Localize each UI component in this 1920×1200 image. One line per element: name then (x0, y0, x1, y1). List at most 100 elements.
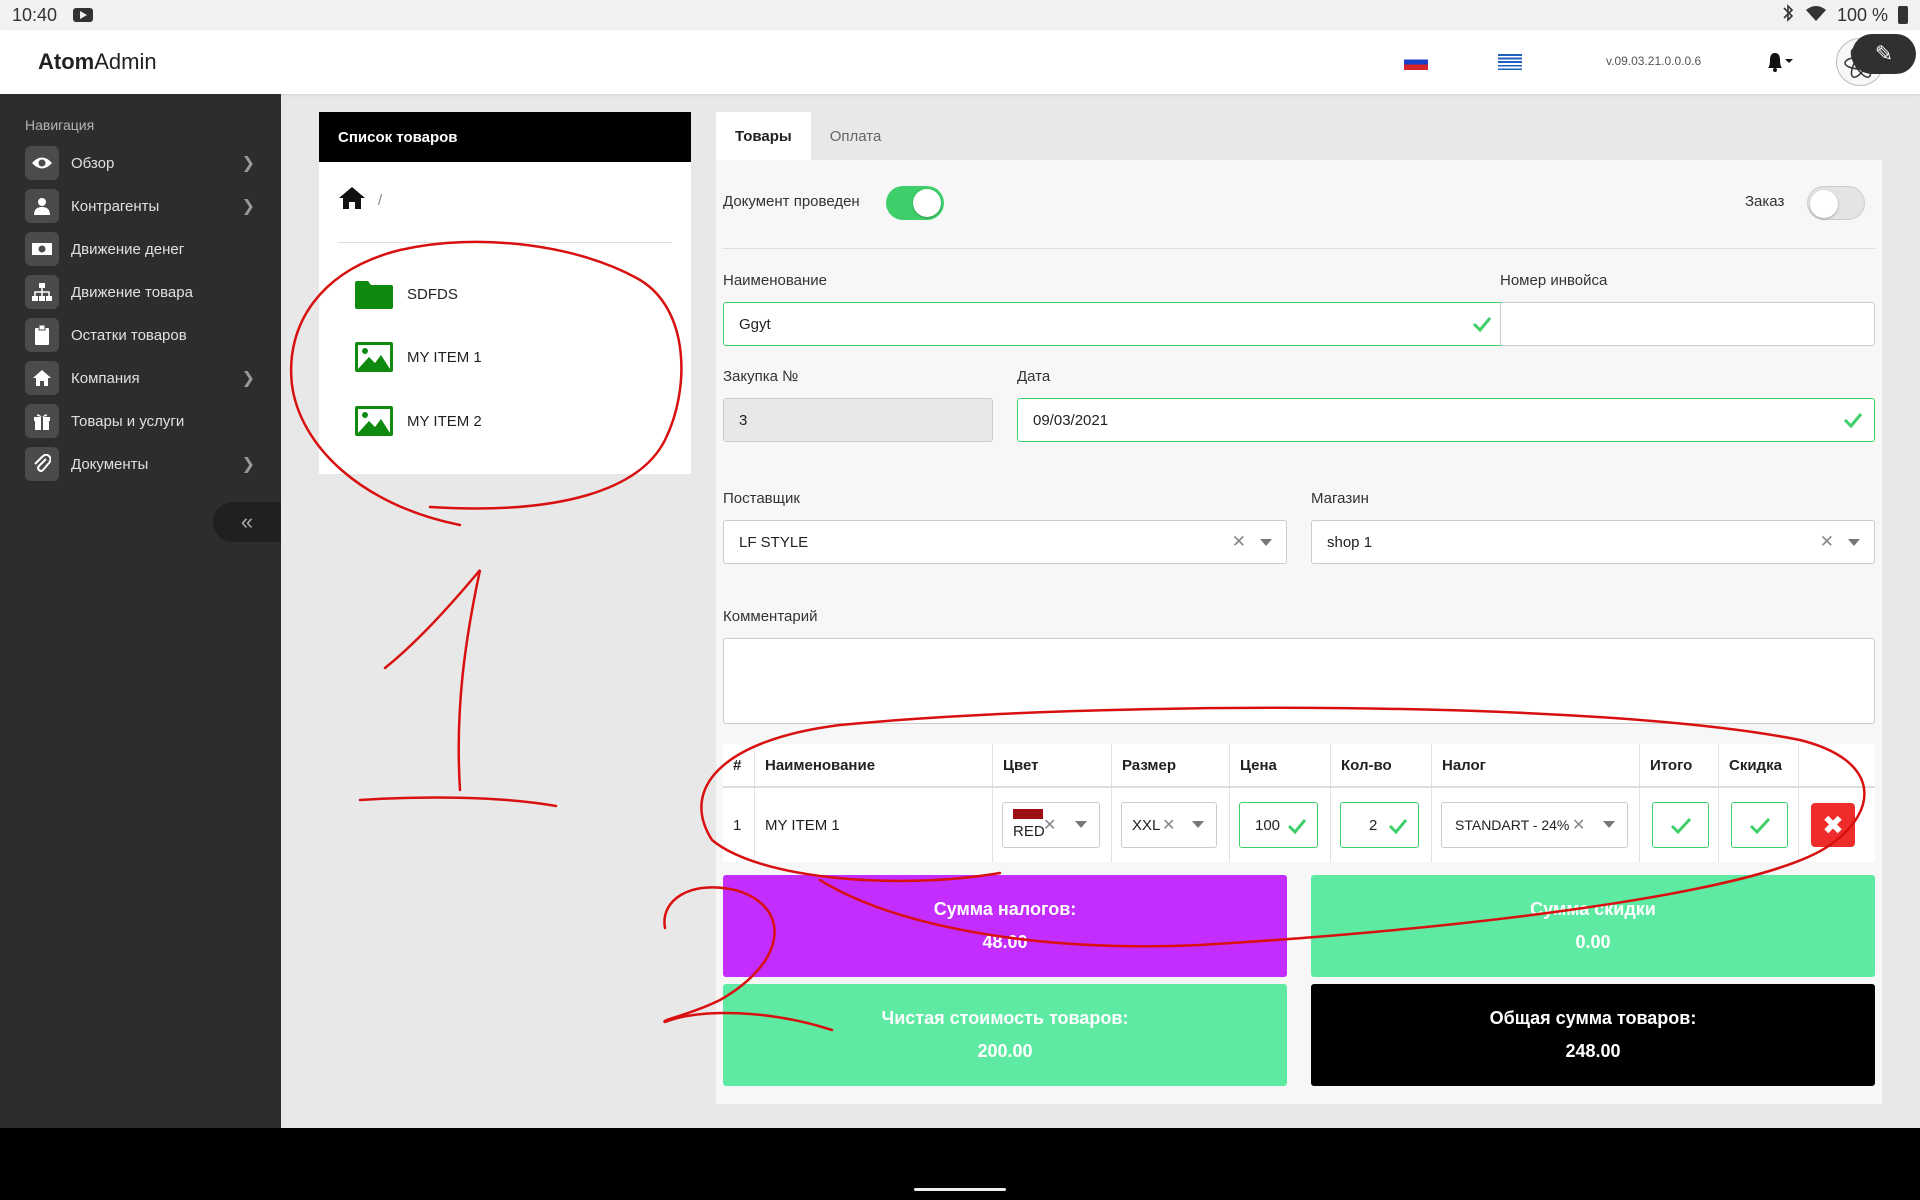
clear-icon[interactable]: ✕ (1232, 532, 1246, 552)
folder-icon (355, 279, 393, 309)
sidebar-item-label: Остатки товаров (71, 326, 187, 344)
money-icon (25, 232, 59, 266)
column-header: # (723, 744, 755, 786)
sidebar-collapse-button[interactable]: « (213, 502, 281, 542)
quantity-input[interactable]: 2 (1340, 802, 1419, 848)
name-input[interactable]: Ggyt (723, 302, 1504, 346)
delete-row-button[interactable]: ✖ (1811, 803, 1855, 847)
column-header: Размер (1112, 744, 1230, 786)
clear-icon[interactable]: ✕ (1820, 532, 1834, 552)
product-list-title: Список товаров (319, 112, 691, 162)
net-cost-tile: Чистая стоимость товаров: 200.00 (723, 984, 1287, 1086)
sidebar-item-overview[interactable]: Обзор ❯ (25, 146, 255, 180)
tab-payment[interactable]: Оплата (811, 112, 901, 160)
sidebar-item-company[interactable]: Компания ❯ (25, 361, 255, 395)
tax-select[interactable]: STANDART - 24% ✕ (1441, 802, 1628, 848)
column-header: Кол-во (1331, 744, 1432, 786)
total-sum-label: Общая сумма товаров: (1489, 1008, 1697, 1028)
product-list-item-label: SDFDS (407, 285, 458, 303)
tax-sum-label: Сумма налогов: (933, 899, 1077, 919)
sidebar-item-documents[interactable]: Документы ❯ (25, 447, 255, 481)
size-select[interactable]: XXL ✕ (1121, 802, 1217, 848)
wifi-icon (1805, 4, 1827, 27)
product-list-item-label: MY ITEM 1 (407, 348, 482, 366)
tax-sum-tile: Сумма налогов: 48.00 (723, 875, 1287, 977)
product-list-item[interactable]: MY ITEM 1 (355, 342, 482, 372)
color-select[interactable]: RED ✕ (1002, 802, 1100, 848)
column-header: Наименование (755, 744, 993, 786)
net-cost-value: 200.00 (977, 1041, 1033, 1061)
posted-label: Документ проведен (723, 193, 860, 210)
price-value: 100 (1255, 816, 1281, 834)
youtube-icon (73, 8, 94, 22)
paperclip-icon (25, 447, 59, 481)
app-version: v.09.03.21.0.0.0.6 (1606, 54, 1702, 68)
dropdown-caret-icon (1848, 539, 1860, 546)
product-list-item[interactable]: SDFDS (355, 279, 458, 309)
invoice-input[interactable] (1500, 302, 1875, 346)
sidebar-item-label: Компания (71, 369, 140, 387)
sidebar-item-money-flow[interactable]: Движение денег (25, 232, 255, 266)
order-toggle[interactable] (1807, 186, 1865, 220)
sidebar-item-label: Документы (71, 455, 149, 473)
image-icon (355, 342, 393, 372)
check-icon (1287, 819, 1307, 835)
home-icon[interactable] (338, 186, 366, 214)
clear-icon[interactable]: ✕ (1162, 815, 1175, 835)
items-table: # Наименование Цвет Размер Цена Кол-во Н… (723, 744, 1875, 862)
brand-logo[interactable]: AtomAdmin (38, 49, 157, 75)
breadcrumb-separator: / (378, 191, 383, 209)
column-header: Цена (1230, 744, 1331, 786)
toggle-knob (1810, 190, 1838, 218)
sidebar-item-stock[interactable]: Остатки товаров (25, 318, 255, 352)
home-gesture-handle[interactable] (914, 1188, 1006, 1191)
purchase-number-value: 3 (739, 411, 748, 429)
order-label: Заказ (1745, 193, 1785, 210)
total-checkbox[interactable] (1652, 802, 1709, 848)
greek-flag-icon[interactable] (1498, 54, 1522, 70)
dropdown-caret-icon (1260, 539, 1272, 546)
posted-toggle[interactable] (886, 186, 944, 220)
color-value: RED (1013, 823, 1045, 840)
brand-rest: Admin (94, 49, 157, 74)
russian-flag-icon[interactable] (1404, 54, 1428, 70)
product-list-item-label: MY ITEM 2 (407, 412, 482, 430)
sidebar-item-goods-services[interactable]: Товары и услуги (25, 404, 255, 438)
notifications-bell-icon[interactable] (1764, 50, 1793, 74)
discount-sum-label: Сумма скидки (1530, 899, 1656, 919)
total-sum-tile: Общая сумма товаров: 248.00 (1311, 984, 1875, 1086)
toggle-knob (913, 189, 941, 217)
comment-textarea[interactable] (723, 638, 1875, 724)
tab-goods[interactable]: Товары (716, 112, 811, 160)
product-list-divider (338, 242, 672, 243)
comment-label: Комментарий (723, 608, 818, 625)
shop-select[interactable]: shop 1 ✕ (1311, 520, 1875, 564)
name-value: Ggyt (739, 315, 771, 333)
sidebar-item-label: Обзор (71, 154, 115, 172)
discount-checkbox[interactable] (1731, 802, 1788, 848)
clear-icon[interactable]: ✕ (1572, 815, 1585, 835)
chevron-right-icon: ❯ (241, 155, 255, 172)
supplier-select[interactable]: LF STYLE ✕ (723, 520, 1287, 564)
system-navigation-bar (0, 1128, 1920, 1200)
name-label: Наименование (723, 272, 827, 289)
home-icon (25, 361, 59, 395)
price-input[interactable]: 100 (1239, 802, 1318, 848)
date-label: Дата (1017, 368, 1051, 385)
edit-pencil-icon[interactable]: ✎ (1852, 34, 1916, 74)
form-divider (723, 248, 1875, 249)
row-item-name: MY ITEM 1 (755, 788, 993, 862)
check-icon (1670, 817, 1692, 835)
dropdown-caret-icon (1075, 821, 1087, 828)
clear-icon[interactable]: ✕ (1043, 815, 1056, 835)
purchase-number-label: Закупка № (723, 368, 799, 385)
sidebar-item-contractors[interactable]: Контрагенты ❯ (25, 189, 255, 223)
date-input[interactable]: 09/03/2021 (1017, 398, 1875, 442)
sidebar-item-goods-flow[interactable]: Движение товара (25, 275, 255, 309)
purchase-form: Документ проведен Заказ Наименование Ggy… (716, 160, 1882, 1104)
product-list-item[interactable]: MY ITEM 2 (355, 406, 482, 436)
check-icon (1749, 817, 1771, 835)
net-cost-label: Чистая стоимость товаров: (881, 1008, 1129, 1028)
column-header: Итого (1640, 744, 1719, 786)
app-header: AtomAdmin v.09.03.21.0.0.0.6 ✎ (0, 30, 1920, 94)
